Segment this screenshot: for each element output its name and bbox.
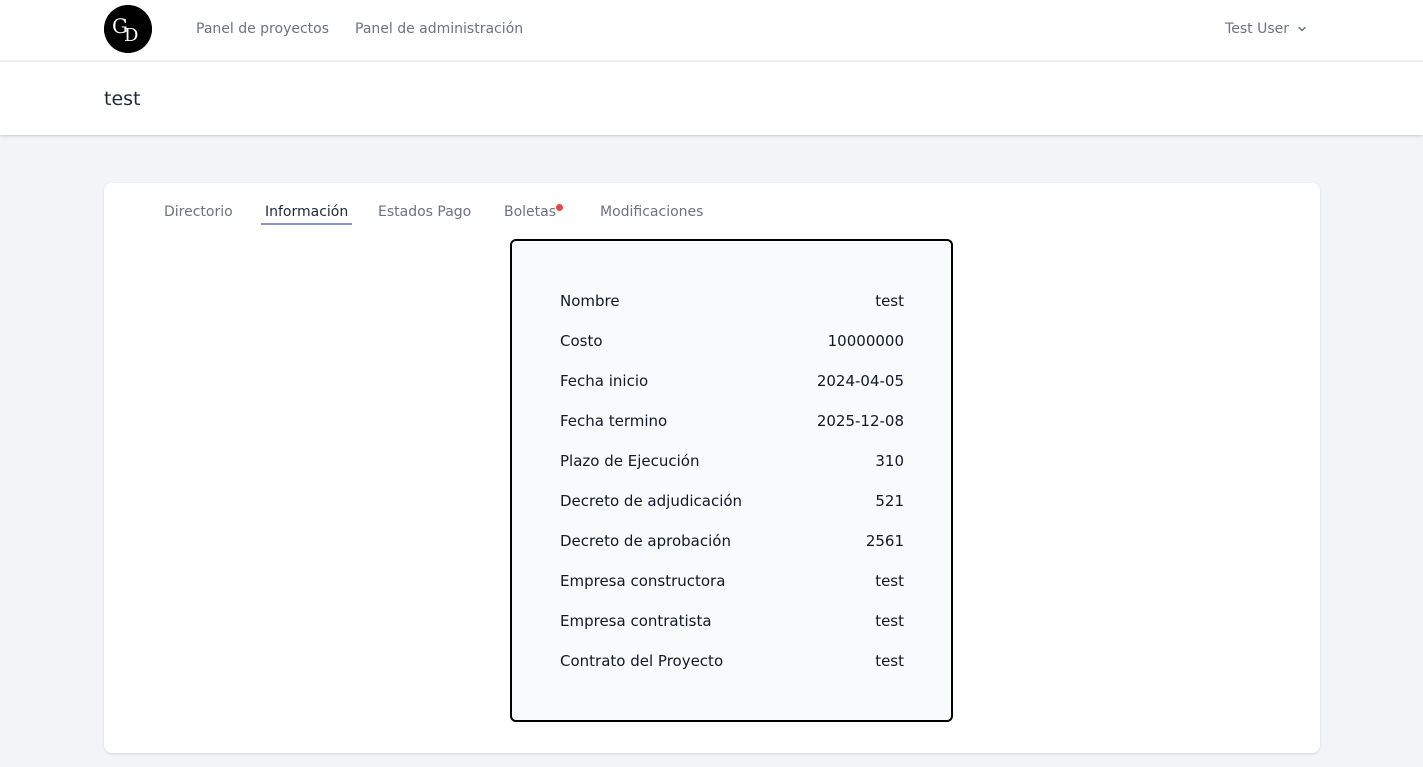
user-name: Test User <box>1225 21 1289 37</box>
info-label: Plazo de Ejecución <box>560 452 700 470</box>
project-card: Directorio Información Estados Pago Bole… <box>104 183 1320 753</box>
info-value: 2561 <box>865 532 904 550</box>
info-value: 521 <box>875 492 904 510</box>
info-label: Decreto de aprobación <box>560 532 731 550</box>
info-row-decreto-adjudicacion: Decreto de adjudicación 521 <box>560 491 904 511</box>
info-value: 310 <box>875 452 904 470</box>
info-row-fecha-termino: Fecha termino 2025-12-08 <box>560 411 904 431</box>
info-value: 2025-12-08 <box>816 412 904 430</box>
tab-boletas-label: Boletas <box>504 204 557 220</box>
info-value: test <box>875 572 904 590</box>
tab-estados-pago[interactable]: Estados Pago <box>378 203 471 221</box>
info-value: 10000000 <box>827 332 904 350</box>
logo-monogram-icon: G D <box>104 5 152 53</box>
nav-link-projects[interactable]: Panel de proyectos <box>196 20 329 38</box>
page-title: test <box>104 88 141 110</box>
info-value: 2024-04-05 <box>816 372 904 390</box>
info-label: Empresa constructora <box>560 572 726 590</box>
tab-bar: Directorio Información Estados Pago Bole… <box>104 183 1320 233</box>
tab-informacion[interactable]: Información <box>261 203 353 225</box>
tab-directorio[interactable]: Directorio <box>164 203 233 221</box>
info-label: Contrato del Proyecto <box>560 652 724 670</box>
info-label: Fecha termino <box>560 412 668 430</box>
info-row-plazo-ejecucion: Plazo de Ejecución 310 <box>560 451 904 471</box>
tab-modificaciones[interactable]: Modificaciones <box>600 203 703 221</box>
tab-boletas[interactable]: Boletas <box>504 203 564 221</box>
info-label: Empresa contratista <box>560 612 712 630</box>
info-row-decreto-aprobacion: Decreto de aprobación 2561 <box>560 531 904 551</box>
info-value: test <box>875 292 904 310</box>
chevron-down-icon <box>1298 26 1306 32</box>
info-row-nombre: Nombre test <box>560 291 904 311</box>
info-value: test <box>875 612 904 630</box>
info-value: test <box>875 652 904 670</box>
info-label: Costo <box>560 332 603 350</box>
top-navbar: G D Panel de proyectos Panel de administ… <box>0 0 1423 61</box>
nav-link-admin[interactable]: Panel de administración <box>355 20 523 38</box>
page-header: test <box>0 62 1423 135</box>
svg-text:D: D <box>124 25 138 46</box>
info-label: Fecha inicio <box>560 372 649 390</box>
logo[interactable]: G D <box>104 5 152 53</box>
project-info-panel: Nombre test Costo 10000000 Fecha inicio … <box>510 239 953 722</box>
notification-dot-icon <box>556 204 564 211</box>
info-row-empresa-contratista: Empresa contratista test <box>560 611 904 631</box>
info-label: Decreto de adjudicación <box>560 492 743 510</box>
info-row-contrato-proyecto: Contrato del Proyecto test <box>560 651 904 671</box>
info-row-costo: Costo 10000000 <box>560 331 904 351</box>
info-label: Nombre <box>560 292 620 310</box>
info-row-empresa-constructora: Empresa constructora test <box>560 571 904 591</box>
user-menu-button[interactable]: Test User <box>1225 19 1307 39</box>
info-row-fecha-inicio: Fecha inicio 2024-04-05 <box>560 371 904 391</box>
